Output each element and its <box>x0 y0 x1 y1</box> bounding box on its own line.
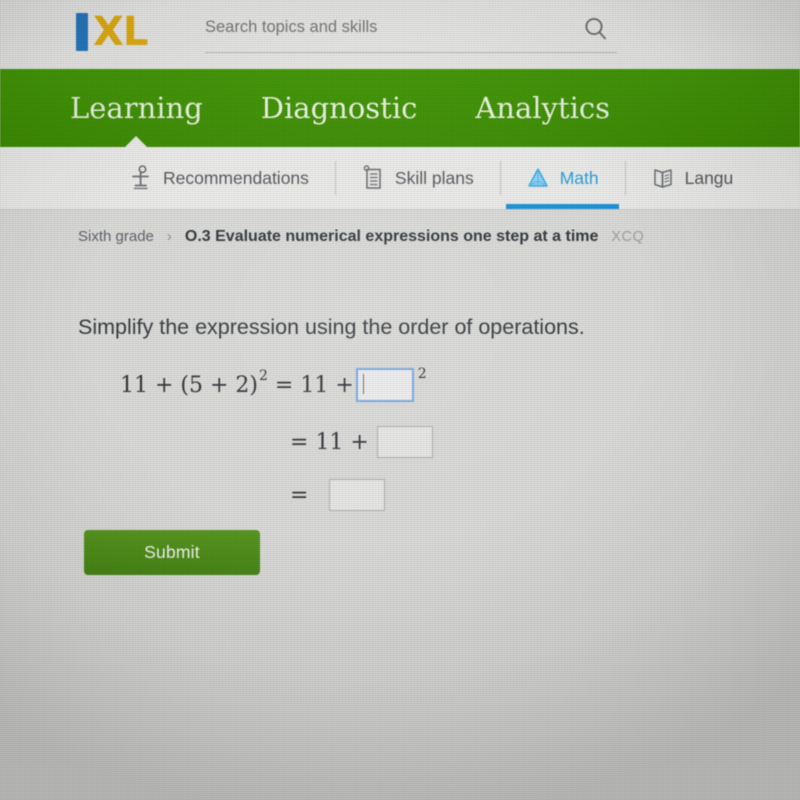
tab-strip: Recommendations Skill plans Math Langu <box>0 147 800 210</box>
primary-nav-bar: Learning Diagnostic Analytics <box>0 69 800 147</box>
nav-item-learning[interactable]: Learning <box>70 91 203 147</box>
skill-code-badge: XCQ <box>611 229 645 245</box>
breadcrumb-separator-icon: › <box>166 228 172 245</box>
math-line-1-right-prefix: 11 + <box>300 372 354 398</box>
nav-item-diagnostic[interactable]: Diagnostic <box>261 91 418 125</box>
tab-language-arts[interactable]: Langu <box>624 147 760 209</box>
tab-skill-plans-label: Skill plans <box>394 167 474 188</box>
tab-math[interactable]: Math <box>499 147 625 209</box>
breadcrumb-skill-title: O.3 Evaluate numerical expressions one s… <box>184 228 599 245</box>
math-line-3: = <box>283 479 387 511</box>
math-line-1-equals: = <box>274 372 294 398</box>
breadcrumb-grade[interactable]: Sixth grade <box>78 228 154 245</box>
tab-math-label: Math <box>559 167 599 188</box>
math-line-2-equals: = <box>290 429 309 455</box>
answer-input-2[interactable] <box>376 426 433 458</box>
math-line-3-equals: = <box>290 482 309 508</box>
language-arts-book-icon <box>653 169 672 188</box>
logo-xl-text: XL <box>93 9 148 55</box>
math-line-2: = 11 + <box>283 426 435 458</box>
math-line-1-left-exponent: 2 <box>259 368 268 384</box>
logo-i-bar <box>76 13 88 51</box>
answer-input-1-exponent: 2 <box>417 366 427 382</box>
nav-item-learning-label: Learning <box>70 91 203 125</box>
ixl-logo[interactable]: XL <box>76 9 148 55</box>
submit-button[interactable]: Submit <box>84 530 260 575</box>
skill-plans-icon <box>363 165 381 189</box>
answer-input-3[interactable] <box>329 479 386 511</box>
math-line-1-left: 11 + (5 + 2) <box>120 372 258 398</box>
tab-recommendations[interactable]: Recommendations <box>103 147 335 209</box>
breadcrumb: Sixth grade › O.3 Evaluate numerical exp… <box>78 228 644 246</box>
tab-skill-plans[interactable]: Skill plans <box>334 147 500 209</box>
search-bar[interactable] <box>205 16 617 53</box>
photographed-screen: XL Learning Diagnostic Analytic <box>0 0 800 800</box>
top-bar: XL <box>0 0 800 69</box>
nav-item-analytics[interactable]: Analytics <box>475 91 610 125</box>
question-prompt: Simplify the expression using the order … <box>78 315 585 339</box>
search-input[interactable] <box>205 18 565 37</box>
search-icon[interactable] <box>583 16 609 42</box>
recommendations-icon <box>132 165 149 190</box>
nav-item-diagnostic-label: Diagnostic <box>260 91 418 125</box>
math-pyramid-icon <box>527 168 548 187</box>
math-line-1: 11 + (5 + 2) 2 = 11 + 2 <box>120 366 427 402</box>
math-line-2-right-prefix: 11 + <box>315 429 369 455</box>
nav-item-analytics-label: Analytics <box>475 91 610 125</box>
tab-language-arts-label: Langu <box>684 167 734 188</box>
answer-input-1[interactable] <box>355 368 414 402</box>
tab-recommendations-label: Recommendations <box>163 167 309 188</box>
